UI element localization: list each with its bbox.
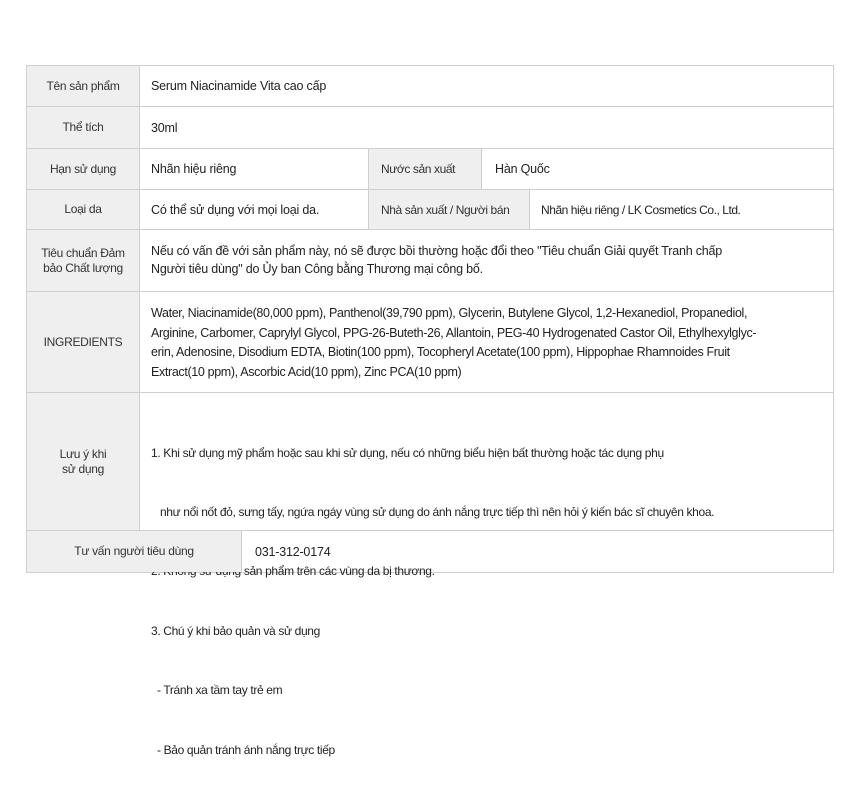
consult-label: Tư vấn người tiêu dùng [27,531,242,572]
text-line: - Tránh xa tầm tay trẻ em [151,683,283,698]
text-line: Extract(10 ppm), Ascorbic Acid(10 ppm), … [151,364,462,379]
volume-value: 30ml [151,120,178,135]
row-expiry: Hạn sử dụng Nhãn hiệu riêng Nước sản xuấ… [26,149,834,190]
product-name-label: Tên sản phẩm [27,66,140,106]
text-line: - Bảo quản tránh ánh nắng trực tiếp [151,742,335,757]
row-volume: Thể tích 30ml [26,107,834,149]
row-quality: Tiêu chuẩn Đảm bảo Chất lượng Nếu có vấn… [26,230,834,292]
row-ingredients: INGREDIENTS Water, Niacinamide(80,000 pp… [26,292,834,393]
volume-label: Thể tích [27,107,140,148]
text-line: Arginine, Carbomer, Caprylyl Glycol, PPG… [151,325,757,340]
row-skin-type: Loại da Có thể sử dụng với mọi loại da. … [26,190,834,230]
quality-label: Tiêu chuẩn Đảm bảo Chất lượng [27,230,140,291]
origin-label: Nước sản xuất [368,149,482,189]
skin-type-label: Loại da [27,190,140,229]
caution-label-line: Lưu ý khi [59,446,107,461]
expiry-value: Nhãn hiệu riêng [151,162,237,176]
skin-type-value: Có thể sử dụng với mọi loại da. [151,202,320,217]
row-caution: Lưu ý khi sử dụng 1. Khi sử dụng mỹ phẩm… [26,393,834,757]
text-line: Water, Niacinamide(80,000 ppm), Pantheno… [151,306,748,320]
text-line: 1. Khi sử dụng mỹ phẩm hoặc sau khi sử d… [151,445,664,460]
caution-value: 1. Khi sử dụng mỹ phẩm hoặc sau khi sử d… [140,393,725,757]
row-product-name: Tên sản phẩm Serum Niacinamide Vita cao … [26,66,834,107]
product-info-table: Tên sản phẩm Serum Niacinamide Vita cao … [26,65,834,757]
quality-label-line: bảo Chất lượng [43,260,123,275]
ingredients-value: Water, Niacinamide(80,000 ppm), Pantheno… [140,292,767,392]
caution-label: Lưu ý khi sử dụng [27,393,140,530]
text-line: Nếu có vấn đề với sản phẩm này, nó sẽ đư… [151,244,723,258]
ingredients-label: INGREDIENTS [27,292,140,392]
caution-label-line: sử dụng [62,461,104,476]
product-name-value: Serum Niacinamide Vita cao cấp [151,79,327,93]
manufacturer-value: Nhãn hiệu riêng / LK Cosmetics Co., Ltd. [541,202,741,217]
consult-value: 031-312-0174 [255,544,331,559]
manufacturer-label: Nhà sản xuất / Người bán [368,190,530,229]
expiry-label: Hạn sử dụng [27,149,140,189]
quality-label-line: Tiêu chuẩn Đảm [41,245,125,260]
origin-value: Hàn Quốc [495,162,550,176]
text-line: erin, Adenosine, Disodium EDTA, Biotin(1… [151,345,730,359]
text-line: Người tiêu dùng" do Ủy ban Công bằng Thư… [151,262,483,276]
quality-value: Nếu có vấn đề với sản phẩm này, nó sẽ đư… [140,230,733,291]
text-line: như nổi nốt đỏ, sưng tấy, ngứa ngáy vùng… [151,504,715,519]
